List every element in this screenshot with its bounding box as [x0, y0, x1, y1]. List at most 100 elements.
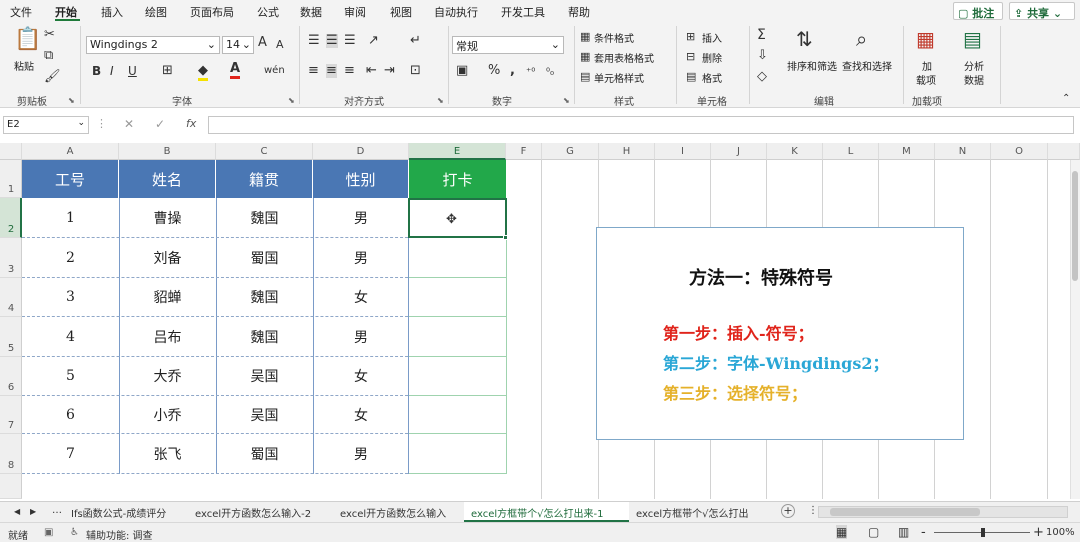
data-cell[interactable]: 男 — [313, 198, 409, 237]
row-header[interactable]: 4 — [0, 278, 22, 317]
accounting-format-icon[interactable]: ▣ — [456, 64, 468, 78]
data-cell[interactable] — [409, 317, 506, 356]
data-cell[interactable]: 1 — [22, 198, 119, 237]
cut-icon[interactable]: ✂ — [44, 28, 55, 42]
addins-button[interactable]: 加 — [922, 58, 932, 73]
data-cell[interactable]: 女 — [313, 396, 409, 433]
align-top-icon[interactable]: ☰ — [308, 34, 320, 48]
data-cell[interactable] — [409, 434, 506, 473]
data-cell[interactable]: 男 — [313, 434, 409, 473]
sheet-tab[interactable]: excel方框带个√怎么打出 — [636, 505, 749, 520]
sheet-tab[interactable]: excel开方函数怎么输入-2 — [195, 505, 311, 520]
vertical-scrollbar-thumb[interactable] — [1072, 171, 1078, 281]
confirm-entry-icon[interactable]: ✓ — [155, 117, 165, 131]
column-header[interactable]: D — [313, 143, 409, 160]
delete-cells-button[interactable]: 删除 — [702, 50, 722, 65]
more-sheets-icon[interactable]: … — [52, 505, 62, 516]
fill-icon[interactable]: ⇩ — [757, 49, 768, 63]
font-color-icon[interactable]: A — [230, 62, 241, 79]
macro-recording-icon[interactable]: ▣ — [44, 527, 53, 538]
dialog-launcher-icon[interactable]: ⬊ — [437, 96, 444, 105]
paste-icon[interactable]: 📋 — [14, 28, 41, 52]
data-cell[interactable] — [409, 357, 506, 395]
merge-center-icon[interactable]: ⊡ — [410, 64, 421, 78]
name-box[interactable]: E2 ⌄ — [3, 116, 89, 134]
header-cell[interactable]: 工号 — [22, 160, 119, 198]
accessibility-icon[interactable]: ♿ — [70, 527, 79, 538]
fill-handle[interactable] — [503, 235, 508, 240]
column-header[interactable]: N — [935, 143, 991, 160]
format-as-table-button[interactable]: 套用表格格式 — [594, 50, 654, 65]
increase-decimal-icon[interactable]: ⁺⁰ — [526, 66, 535, 80]
insert-function-icon[interactable]: fx — [186, 117, 196, 131]
tab-developer[interactable]: 开发工具 — [501, 4, 545, 20]
data-cell[interactable]: 3 — [22, 278, 119, 316]
data-cell[interactable]: 吴国 — [216, 357, 313, 395]
row-header[interactable]: 1 — [0, 160, 22, 198]
data-cell[interactable]: 魏国 — [216, 317, 313, 356]
data-cell[interactable]: 2 — [22, 238, 119, 277]
column-header[interactable]: K — [767, 143, 823, 160]
method-text-box[interactable]: 方法一：特殊符号 第一步：插入-符号； 第二步：字体-Wingdings2； 第… — [596, 227, 964, 440]
tab-formulas[interactable]: 公式 — [257, 4, 279, 20]
normal-view-icon[interactable]: ▦ — [836, 525, 848, 539]
comma-style-icon[interactable]: , — [510, 64, 515, 78]
column-header[interactable]: C — [216, 143, 313, 160]
row-header[interactable]: 8 — [0, 434, 22, 474]
data-cell[interactable]: 刘备 — [119, 238, 216, 277]
tab-help[interactable]: 帮助 — [568, 4, 590, 20]
data-cell[interactable]: 貂蝉 — [119, 278, 216, 316]
formula-input[interactable] — [208, 116, 1074, 134]
next-sheet-icon[interactable]: ▶ — [30, 507, 36, 516]
column-header[interactable]: G — [542, 143, 599, 160]
bold-button[interactable]: B — [92, 64, 101, 78]
page-break-view-icon[interactable]: ▥ — [898, 525, 909, 539]
shrink-font-icon[interactable]: A — [276, 38, 284, 52]
data-cell[interactable]: 4 — [22, 317, 119, 356]
data-cell[interactable]: 魏国 — [216, 278, 313, 316]
dialog-launcher-icon[interactable]: ⬊ — [563, 96, 570, 105]
column-header[interactable]: E — [409, 143, 506, 160]
collapse-ribbon-icon[interactable]: ⌃ — [1062, 92, 1070, 106]
percent-style-button[interactable]: % — [488, 64, 500, 78]
horizontal-scrollbar-thumb[interactable] — [830, 508, 980, 516]
column-header[interactable]: A — [22, 143, 119, 160]
tab-file[interactable]: 文件 — [10, 4, 32, 20]
decrease-decimal-icon[interactable]: ⁰₀ — [546, 66, 554, 80]
cancel-entry-icon[interactable]: ✕ — [124, 117, 134, 131]
paste-button[interactable]: 粘贴 — [14, 58, 34, 73]
data-cell[interactable] — [409, 238, 506, 277]
zoom-out-button[interactable]: - — [921, 525, 926, 540]
align-bottom-icon[interactable]: ☰ — [344, 34, 356, 48]
tab-review[interactable]: 审阅 — [344, 4, 366, 20]
dialog-launcher-icon[interactable]: ⬊ — [68, 96, 75, 105]
addins-button-line2[interactable]: 载项 — [916, 72, 936, 87]
header-cell[interactable]: 籍贯 — [216, 160, 313, 198]
column-header[interactable]: O — [991, 143, 1048, 160]
data-cell[interactable]: 小乔 — [119, 396, 216, 433]
header-cell[interactable]: 性别 — [313, 160, 409, 198]
accessibility-status[interactable]: 辅助功能: 调查 — [86, 527, 153, 542]
header-cell[interactable]: 打卡 — [409, 160, 506, 198]
tab-draw[interactable]: 绘图 — [145, 4, 167, 20]
zoom-slider-thumb[interactable] — [981, 528, 985, 537]
zoom-in-button[interactable]: + — [1033, 525, 1044, 540]
zoom-level[interactable]: 100% — [1046, 527, 1075, 538]
column-header[interactable]: M — [879, 143, 935, 160]
data-cell[interactable]: 蜀国 — [216, 434, 313, 473]
autosum-icon[interactable]: Σ — [757, 28, 766, 42]
data-cell[interactable]: 曹操 — [119, 198, 216, 237]
conditional-format-button[interactable]: 条件格式 — [594, 30, 634, 45]
column-header[interactable]: F — [506, 143, 542, 160]
column-header[interactable]: B — [119, 143, 216, 160]
tab-home[interactable]: 开始 — [55, 4, 77, 20]
underline-button[interactable]: U — [128, 64, 137, 78]
clear-icon[interactable]: ◇ — [757, 70, 767, 84]
data-cell[interactable]: 女 — [313, 278, 409, 316]
analyze-data-button[interactable]: 分析 — [964, 58, 984, 73]
data-cell[interactable]: 吴国 — [216, 396, 313, 433]
row-header[interactable]: 3 — [0, 238, 22, 278]
tab-insert[interactable]: 插入 — [101, 4, 123, 20]
grow-font-icon[interactable]: A — [258, 36, 267, 50]
data-cell[interactable] — [409, 396, 506, 433]
